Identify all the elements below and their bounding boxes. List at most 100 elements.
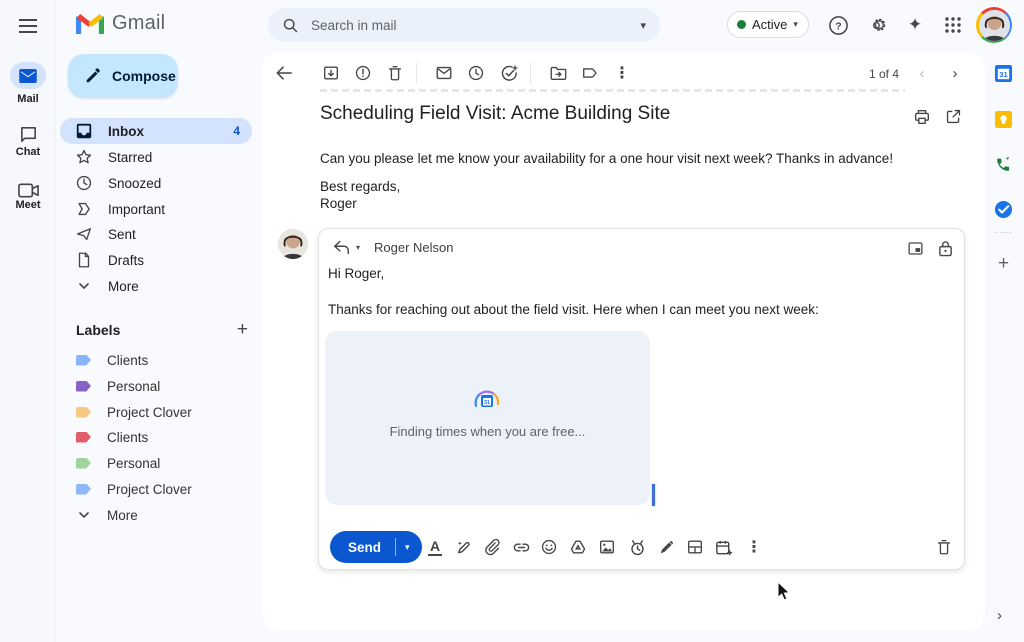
account-avatar[interactable] — [976, 7, 1012, 43]
hamburger-menu-icon[interactable] — [16, 14, 40, 38]
email-body-line: Roger — [320, 196, 357, 211]
important-icon — [74, 199, 94, 219]
delete-button[interactable] — [385, 63, 405, 83]
get-add-ons-button[interactable]: + — [994, 253, 1013, 275]
send-options-caret-icon[interactable]: ▾ — [396, 542, 422, 553]
label-text: Clients — [107, 353, 148, 368]
sidebar-item-snoozed[interactable]: Snoozed — [60, 170, 252, 196]
label-tag-icon — [76, 484, 91, 495]
pop-out-reply-button[interactable] — [906, 239, 924, 257]
show-side-panel-button[interactable]: › — [997, 607, 1002, 624]
rail-label-mail: Mail — [0, 93, 56, 105]
more-options-button[interactable]: ⋮ — [612, 63, 632, 83]
formatting-options-button[interactable]: A — [425, 537, 445, 557]
scheduling-loading-card — [325, 331, 650, 505]
label-item[interactable]: Project Clover — [60, 476, 252, 502]
label-tag-icon — [76, 432, 91, 443]
gmail-m-icon — [76, 13, 104, 34]
email-body-line: Best regards, — [320, 179, 400, 194]
help-me-write-button[interactable] — [453, 537, 473, 557]
email-subject: Scheduling Field Visit: Acme Building Si… — [320, 103, 670, 125]
label-item[interactable]: Clients — [60, 347, 252, 373]
message-security-lock-icon[interactable] — [936, 239, 954, 257]
label-text: Project Clover — [107, 482, 192, 497]
labels-button[interactable] — [580, 63, 600, 83]
sidebar-item-more[interactable]: More — [60, 273, 252, 299]
help-button[interactable]: ? — [826, 13, 850, 37]
inbox-count: 4 — [233, 124, 240, 138]
add-to-tasks-button[interactable] — [499, 63, 519, 83]
calendar-icon: 31 — [481, 395, 493, 407]
confidential-mode-button[interactable] — [627, 537, 647, 557]
insert-emoji-button[interactable] — [539, 537, 559, 557]
add-label-button[interactable]: + — [237, 320, 248, 339]
label-tag-icon — [76, 355, 91, 366]
sidebar-item-label: More — [108, 279, 139, 294]
sidebar-item-drafts[interactable]: Drafts — [60, 247, 252, 273]
email-body-line: Can you please let me know your availabi… — [320, 151, 893, 166]
older-email-button[interactable]: › — [946, 64, 964, 82]
rail-tab-mail[interactable] — [10, 62, 46, 89]
gmail-logo-text: Gmail — [112, 12, 165, 35]
snooze-button[interactable] — [466, 63, 486, 83]
insert-photo-button[interactable] — [597, 537, 617, 557]
pencil-icon — [84, 67, 102, 85]
sidebar-item-starred[interactable]: Starred — [60, 144, 252, 170]
calendar-app-icon[interactable]: 31 — [994, 64, 1013, 83]
sidebar: Gmail Compose Inbox 4 Starred Snoozed Im… — [56, 0, 262, 642]
google-apps-grid-button[interactable] — [941, 13, 965, 37]
newer-email-button[interactable]: ‹ — [913, 64, 931, 82]
insert-link-button[interactable] — [511, 537, 531, 557]
label-text: Clients — [107, 430, 148, 445]
labels-header: Labels + — [76, 320, 248, 339]
insert-signature-button[interactable] — [656, 537, 676, 557]
attach-file-button[interactable] — [482, 537, 502, 557]
print-button[interactable] — [912, 107, 931, 126]
reply-type-icon[interactable] — [332, 238, 350, 256]
compose-more-options-button[interactable]: ⋮ — [744, 537, 764, 557]
settings-gear-button[interactable] — [864, 13, 888, 37]
status-selector[interactable]: Active ▾ — [727, 11, 809, 38]
send-label: Send — [330, 540, 395, 555]
table-layout-button[interactable] — [685, 537, 705, 557]
move-to-button[interactable] — [548, 63, 568, 83]
svg-text:31: 31 — [999, 70, 1008, 79]
insert-from-drive-button[interactable] — [568, 537, 588, 557]
loading-status-text: Finding times when you are free... — [325, 424, 650, 439]
search-input[interactable]: Search in mail ▾ — [268, 8, 660, 42]
tasks-app-icon[interactable] — [994, 200, 1013, 219]
search-options-caret-icon[interactable]: ▾ — [640, 19, 646, 32]
rail-label-meet: Meet — [0, 199, 56, 211]
label-item[interactable]: Clients — [60, 424, 252, 450]
open-in-new-button[interactable] — [944, 107, 963, 126]
sidebar-item-sent[interactable]: Sent — [60, 221, 252, 247]
sidebar-item-important[interactable]: Important — [60, 196, 252, 222]
archive-button[interactable] — [321, 63, 341, 83]
side-panel-divider — [995, 232, 1012, 233]
reply-type-caret-icon[interactable]: ▾ — [356, 243, 360, 252]
label-item[interactable]: Personal — [60, 373, 252, 399]
back-arrow-button[interactable] — [274, 63, 294, 83]
discard-draft-button[interactable] — [934, 537, 954, 557]
rail-tab-chat[interactable] — [16, 122, 40, 146]
report-spam-button[interactable] — [353, 63, 373, 83]
active-status-dot — [737, 20, 746, 29]
voice-app-icon[interactable] — [994, 155, 1013, 174]
mark-unread-button[interactable] — [434, 63, 454, 83]
sidebar-item-inbox[interactable]: Inbox 4 — [60, 118, 252, 144]
avatar-face — [979, 10, 1010, 41]
sidebar-item-label: Starred — [108, 150, 152, 165]
inbox-icon — [74, 121, 94, 141]
reply-recipient-chip[interactable]: Roger Nelson — [374, 240, 454, 255]
keep-app-icon[interactable] — [994, 110, 1013, 129]
set-up-time-to-meet-button[interactable] — [713, 537, 733, 557]
label-item[interactable]: Personal — [60, 450, 252, 476]
gemini-sparkle-button[interactable]: ✦ — [903, 13, 927, 37]
search-icon — [282, 17, 299, 34]
label-item[interactable]: Project Clover — [60, 399, 252, 425]
compose-button[interactable]: Compose — [68, 54, 178, 98]
draft-icon — [74, 250, 94, 270]
label-tag-icon — [76, 381, 91, 392]
labels-more[interactable]: More — [60, 502, 252, 528]
send-button[interactable]: Send ▾ — [330, 531, 422, 563]
